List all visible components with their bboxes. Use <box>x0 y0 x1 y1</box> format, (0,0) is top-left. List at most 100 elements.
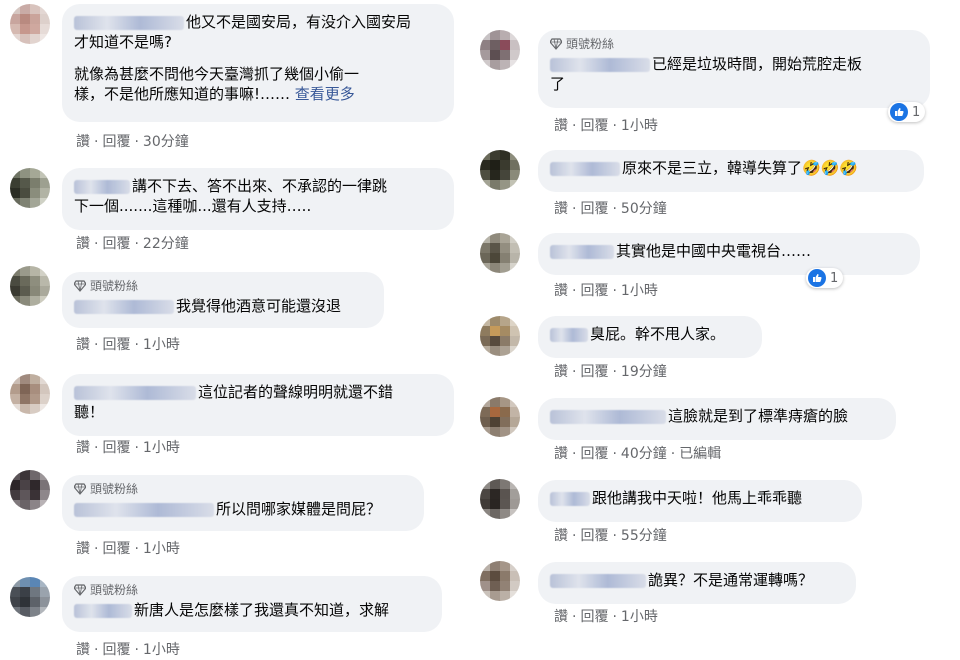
avatar[interactable] <box>480 316 520 356</box>
commenter-name[interactable] <box>74 385 196 400</box>
avatar[interactable] <box>480 397 520 437</box>
reply-button[interactable]: 回覆 <box>580 443 608 463</box>
like-button[interactable]: 讚 <box>76 233 90 253</box>
like-button[interactable]: 讚 <box>554 525 568 545</box>
like-button[interactable]: 讚 <box>76 538 90 558</box>
comment-text: 才知道不是嗎? <box>74 33 172 51</box>
comment-bubble: 頭號粉絲 已經是垃圾時間，開始荒腔走板 了 <box>538 30 930 108</box>
comment-time[interactable]: 22分鐘 <box>143 233 189 253</box>
comment-bubble: 頭號粉絲 新唐人是怎麼樣了我還真不知道，求解 <box>62 576 442 632</box>
commenter-name[interactable] <box>550 409 666 424</box>
comment-actions: 讚 · 回覆 · 22分鐘 <box>76 233 189 253</box>
avatar[interactable] <box>480 479 520 519</box>
comment-actions: 讚 · 回覆 · 19分鐘 <box>554 361 667 381</box>
avatar[interactable] <box>10 266 50 306</box>
top-fan-badge[interactable]: 頭號粉絲 <box>550 35 918 53</box>
reply-button[interactable]: 回覆 <box>580 361 608 381</box>
comment-text: 跟他講我中天啦！他馬上乖乖聽 <box>592 489 803 507</box>
commenter-name[interactable] <box>550 573 646 588</box>
avatar[interactable] <box>10 470 50 510</box>
like-button[interactable]: 讚 <box>76 639 90 659</box>
comment-time[interactable]: 1小時 <box>143 538 180 558</box>
reaction-count[interactable]: 1 <box>806 268 844 288</box>
comment-actions: 讚 · 回覆 · 30分鐘 <box>76 131 189 151</box>
commenter-name[interactable] <box>74 603 132 618</box>
reply-button[interactable]: 回覆 <box>580 198 608 218</box>
comment-bubble: 講不下去、答不出來、不承認的一律跳 下一個.......這種咖...還有人支持…… <box>62 168 454 230</box>
avatar[interactable] <box>480 30 520 70</box>
like-button[interactable]: 讚 <box>76 334 90 354</box>
like-button[interactable]: 讚 <box>76 437 90 457</box>
commenter-name[interactable] <box>550 244 614 259</box>
reply-button[interactable]: 回覆 <box>580 525 608 545</box>
comment-bubble: 跟他講我中天啦！他馬上乖乖聽 <box>538 480 862 522</box>
edited-label[interactable]: 已編輯 <box>679 443 721 463</box>
comment-text: 講不下去、答不出來、不承認的一律跳 <box>132 177 388 195</box>
commenter-name[interactable] <box>74 15 184 30</box>
comment-text: 樣，不是他所應知道的事嘛!…… <box>74 85 291 103</box>
comment-bubble: 原來不是三立，韓導失算了🤣🤣🤣 <box>538 150 924 192</box>
diamond-icon <box>74 584 86 596</box>
comment-bubble: 其實他是中國中央電視台…… <box>538 233 920 275</box>
like-button[interactable]: 讚 <box>554 198 568 218</box>
avatar[interactable] <box>10 577 50 617</box>
like-button[interactable]: 讚 <box>554 115 568 135</box>
reply-button[interactable]: 回覆 <box>102 437 130 457</box>
like-button[interactable]: 讚 <box>554 361 568 381</box>
comment-bubble: 頭號粉絲 所以問哪家媒體是問屁？ <box>62 475 424 531</box>
comment-actions: 讚 · 回覆 · 40分鐘 · 已編輯 <box>554 443 721 463</box>
like-button[interactable]: 讚 <box>554 280 568 300</box>
comment-time[interactable]: 1小時 <box>143 437 180 457</box>
comment-time[interactable]: 1小時 <box>621 280 658 300</box>
comment-actions: 讚 · 回覆 · 1小時 <box>76 538 180 558</box>
reply-button[interactable]: 回覆 <box>580 115 608 135</box>
comment-time[interactable]: 1小時 <box>621 115 658 135</box>
comment-actions: 讚 · 回覆 · 1小時 <box>554 280 658 300</box>
top-fan-badge[interactable]: 頭號粉絲 <box>74 480 412 498</box>
top-fan-label: 頭號粉絲 <box>90 279 139 293</box>
comment-text: 我覺得他酒意可能還沒退 <box>176 297 342 315</box>
reaction-count[interactable]: 1 <box>888 102 926 122</box>
top-fan-badge[interactable]: 頭號粉絲 <box>74 581 430 599</box>
diamond-icon <box>74 483 86 495</box>
comment-time[interactable]: 55分鐘 <box>621 525 667 545</box>
like-button[interactable]: 讚 <box>554 606 568 626</box>
reply-button[interactable]: 回覆 <box>102 639 130 659</box>
reply-button[interactable]: 回覆 <box>102 334 130 354</box>
reply-button[interactable]: 回覆 <box>102 233 130 253</box>
comment-time[interactable]: 30分鐘 <box>143 131 189 151</box>
avatar[interactable] <box>480 561 520 601</box>
comment-actions: 讚 · 回覆 · 55分鐘 <box>554 525 667 545</box>
avatar[interactable] <box>480 150 520 190</box>
avatar[interactable] <box>480 233 520 273</box>
avatar[interactable] <box>10 168 50 208</box>
comment-bubble: 頭號粉絲 我覺得他酒意可能還沒退 <box>62 272 384 328</box>
like-button[interactable]: 讚 <box>554 443 568 463</box>
like-button[interactable]: 讚 <box>76 131 90 151</box>
avatar[interactable] <box>10 4 50 44</box>
avatar[interactable] <box>10 374 50 414</box>
commenter-name[interactable] <box>550 491 590 506</box>
comment-time[interactable]: 1小時 <box>143 334 180 354</box>
top-fan-badge[interactable]: 頭號粉絲 <box>74 277 372 295</box>
reply-button[interactable]: 回覆 <box>102 131 130 151</box>
commenter-name[interactable] <box>550 57 650 72</box>
see-more-link[interactable]: 查看更多 <box>295 85 355 103</box>
commenter-name[interactable] <box>74 502 214 517</box>
commenter-name[interactable] <box>74 179 130 194</box>
commenter-name[interactable] <box>74 299 174 314</box>
top-fan-label: 頭號粉絲 <box>90 583 139 597</box>
comment-time[interactable]: 50分鐘 <box>621 198 667 218</box>
commenter-name[interactable] <box>550 161 620 176</box>
comment-time[interactable]: 1小時 <box>143 639 180 659</box>
comment-time[interactable]: 19分鐘 <box>621 361 667 381</box>
comment-actions: 讚 · 回覆 · 1小時 <box>76 437 180 457</box>
comment-text: 這臉就是到了標準痔瘡的臉 <box>668 407 849 425</box>
commenter-name[interactable] <box>550 327 588 342</box>
reply-button[interactable]: 回覆 <box>102 538 130 558</box>
diamond-icon <box>550 38 562 50</box>
comment-time[interactable]: 1小時 <box>621 606 658 626</box>
reply-button[interactable]: 回覆 <box>580 280 608 300</box>
comment-time[interactable]: 40分鐘 <box>621 443 667 463</box>
reply-button[interactable]: 回覆 <box>580 606 608 626</box>
